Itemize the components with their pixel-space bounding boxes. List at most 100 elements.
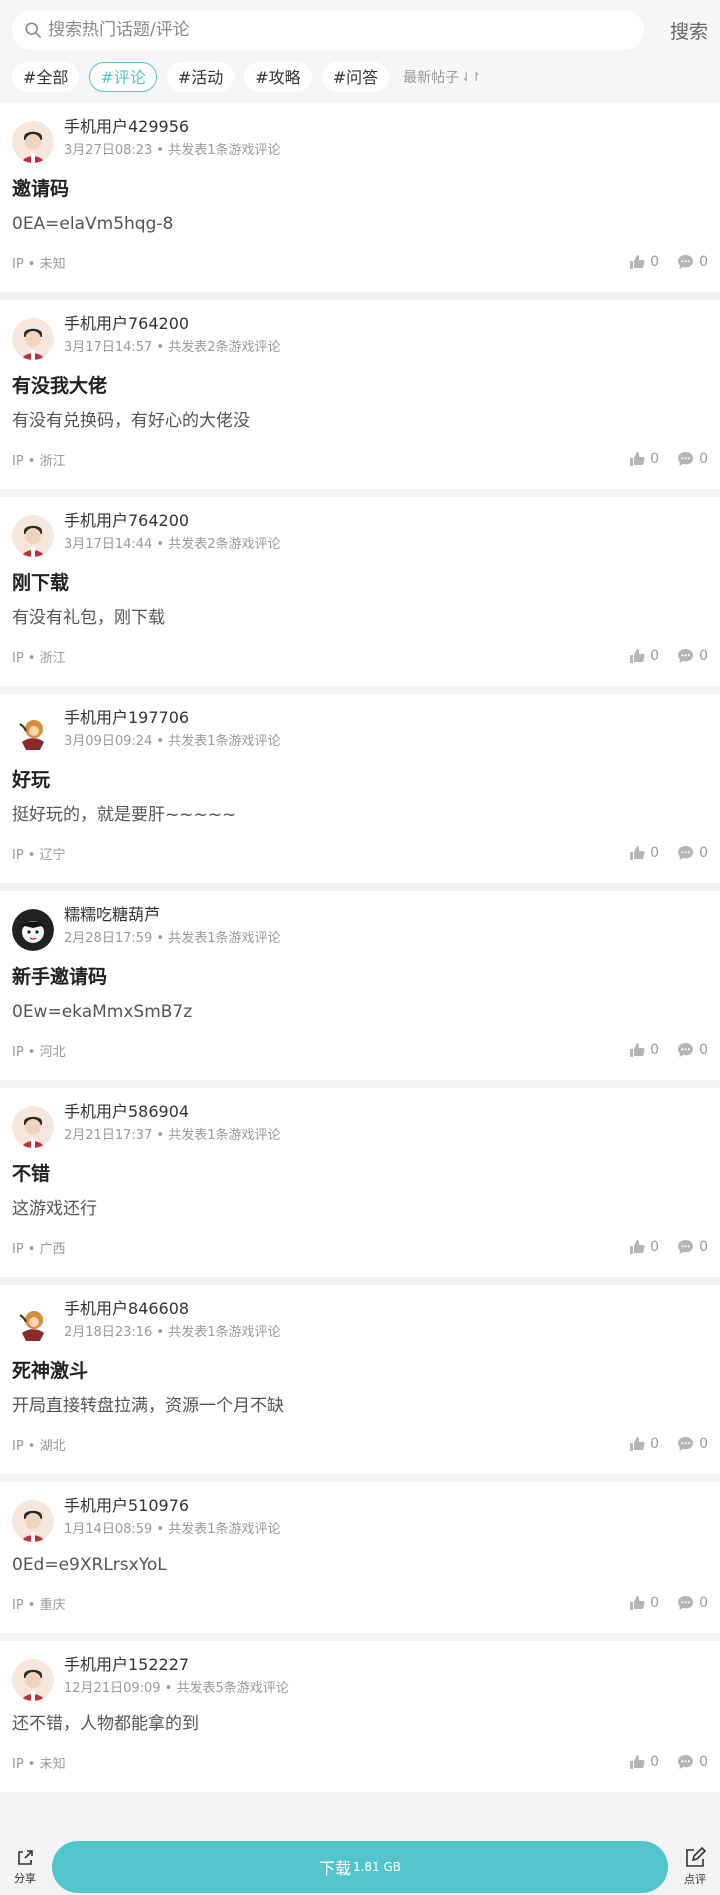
post-card[interactable]: 糯糯吃糖葫芦 2月28日17:59 • 共发表1条游戏评论 新手邀请码 0Ew=eka…	[0, 891, 720, 1080]
thumbs-up-icon	[630, 452, 645, 466]
post-stats: 00	[611, 1754, 708, 1770]
post-card[interactable]: 手机用户429956 3月27日08:23 • 共发表1条游戏评论 邀请码 0EA=e…	[0, 103, 720, 292]
like-button[interactable]: 0	[629, 451, 659, 467]
post-footer: IP • 重庆 0 0	[12, 1577, 708, 1633]
comment-count: 0	[699, 1754, 708, 1770]
like-button[interactable]: 0	[629, 254, 659, 270]
thumbs-up-icon	[630, 1043, 645, 1057]
author-info: 手机用户764200 3月17日14:57 • 共发表2条游戏评论	[64, 314, 280, 356]
post-header: 手机用户846608 2月18日23:16 • 共发表1条游戏评论	[12, 1299, 708, 1347]
post-footer: IP • 河北 0 0	[12, 1024, 708, 1080]
avatar[interactable]	[12, 1500, 54, 1542]
review-button[interactable]: 点评	[676, 1847, 714, 1887]
author-name[interactable]: 手机用户152227	[64, 1655, 289, 1675]
post-title: 有没我大佬	[12, 375, 108, 397]
avatar[interactable]	[12, 1303, 54, 1345]
comment-button[interactable]: 0	[677, 1436, 708, 1452]
author-name[interactable]: 手机用户197706	[64, 708, 280, 728]
author-info: 手机用户586904 2月21日17:37 • 共发表1条游戏评论	[64, 1102, 280, 1144]
comment-count: 0	[699, 1595, 708, 1611]
comment-count: 0	[699, 1436, 708, 1452]
tag-qa[interactable]: #问答	[321, 62, 390, 92]
author-name[interactable]: 手机用户510976	[64, 1496, 280, 1516]
post-stats: 00	[611, 648, 708, 664]
download-button[interactable]: 下载 1.81 GB	[52, 1841, 668, 1893]
review-label: 点评	[684, 1873, 706, 1886]
post-title: 不错	[12, 1163, 51, 1185]
like-button[interactable]: 0	[629, 1042, 659, 1058]
post-meta: 2月18日23:16 • 共发表1条游戏评论	[64, 1325, 281, 1340]
author-name[interactable]: 手机用户586904	[64, 1102, 280, 1122]
comment-button[interactable]: 0	[677, 648, 708, 664]
tag-all[interactable]: #全部	[12, 62, 80, 92]
avatar[interactable]	[12, 712, 54, 754]
avatar[interactable]	[12, 318, 54, 360]
author-name[interactable]: 手机用户764200	[64, 314, 280, 334]
like-button[interactable]: 0	[629, 648, 659, 664]
post-title: 好玩	[12, 769, 51, 791]
author-name[interactable]: 糯糯吃糖葫芦	[64, 905, 280, 925]
avatar[interactable]	[12, 121, 54, 163]
comment-button[interactable]: 0	[677, 845, 708, 861]
search-button[interactable]: 搜索	[650, 17, 708, 44]
like-button[interactable]: 0	[629, 1239, 659, 1255]
post-meta: 1月14日08:59 • 共发表1条游戏评论	[64, 1522, 281, 1537]
avatar[interactable]	[12, 1106, 54, 1148]
post-card[interactable]: 手机用户764200 3月17日14:44 • 共发表2条游戏评论 刚下载 有没有礼包…	[0, 497, 720, 686]
post-meta: 3月27日08:23 • 共发表1条游戏评论	[64, 143, 281, 158]
share-button[interactable]: 分享	[6, 1848, 44, 1886]
author-name[interactable]: 手机用户846608	[64, 1299, 280, 1319]
comment-button[interactable]: 0	[677, 451, 708, 467]
post-card[interactable]: 手机用户510976 1月14日08:59 • 共发表1条游戏评论 0Ed=e9XR…	[0, 1482, 720, 1633]
comment-button[interactable]: 0	[677, 1042, 708, 1058]
comment-button[interactable]: 0	[677, 1595, 708, 1611]
comment-button[interactable]: 0	[677, 254, 708, 270]
like-count: 0	[650, 1239, 660, 1255]
sort-dropdown[interactable]: 最新帖子 ⇃↾	[403, 67, 481, 87]
comment-bubble-icon	[678, 1437, 694, 1451]
avatar[interactable]	[12, 909, 54, 951]
thumbs-up-icon	[630, 255, 645, 269]
like-button[interactable]: 0	[629, 845, 659, 861]
download-size: 1.81 GB	[352, 1860, 402, 1874]
comment-button[interactable]: 0	[677, 1754, 708, 1770]
tag-events[interactable]: #活动	[166, 62, 235, 92]
post-card[interactable]: 手机用户764200 3月17日14:57 • 共发表2条游戏评论 有没我大佬 有没有…	[0, 300, 720, 489]
avatar[interactable]	[12, 515, 54, 557]
post-title: 死神激斗	[12, 1360, 89, 1382]
like-button[interactable]: 0	[629, 1754, 659, 1770]
ip-location: IP • 浙江	[12, 453, 66, 469]
comment-bubble-icon	[678, 1043, 694, 1057]
like-count: 0	[650, 1042, 660, 1058]
tag-reviews[interactable]: #评论	[89, 62, 157, 92]
top-header: 搜索 #全部 #评论 #活动 #攻略 #问答 最新帖子 ⇃↾	[0, 0, 720, 103]
post-card[interactable]: 手机用户197706 3月09日09:24 • 共发表1条游戏评论 好玩 挺好玩的，就…	[0, 694, 720, 883]
like-count: 0	[650, 1436, 660, 1452]
author-name[interactable]: 手机用户764200	[64, 511, 280, 531]
comment-bubble-icon	[678, 255, 694, 269]
like-button[interactable]: 0	[629, 1595, 659, 1611]
comment-bubble-icon	[678, 649, 694, 663]
author-info: 手机用户846608 2月18日23:16 • 共发表1条游戏评论	[64, 1299, 280, 1341]
post-header: 手机用户152227 12月21日09:09 • 共发表5条游戏评论	[12, 1655, 708, 1703]
post-stats: 00	[611, 1595, 708, 1611]
post-footer: IP • 浙江 0 0	[12, 630, 708, 686]
thumbs-up-icon	[630, 1240, 645, 1254]
ip-location: IP • 未知	[12, 256, 66, 272]
comment-count: 0	[699, 1042, 708, 1058]
search-input[interactable]	[48, 20, 632, 40]
avatar[interactable]	[12, 1659, 54, 1701]
post-card[interactable]: 手机用户586904 2月21日17:37 • 共发表1条游戏评论 不错 这游戏还行 I…	[0, 1088, 720, 1277]
like-count: 0	[650, 1754, 660, 1770]
comment-button[interactable]: 0	[677, 1239, 708, 1255]
author-name[interactable]: 手机用户429956	[64, 117, 280, 137]
search-icon	[25, 22, 42, 39]
tag-guides[interactable]: #攻略	[244, 62, 312, 92]
search-box[interactable]	[12, 10, 644, 50]
comment-bubble-icon	[678, 1596, 694, 1610]
post-card[interactable]: 手机用户846608 2月18日23:16 • 共发表1条游戏评论 死神激斗 开局直接…	[0, 1285, 720, 1474]
comment-bubble-icon	[678, 846, 694, 860]
like-button[interactable]: 0	[629, 1436, 659, 1452]
post-header: 手机用户429956 3月27日08:23 • 共发表1条游戏评论	[12, 117, 708, 165]
post-card[interactable]: 手机用户152227 12月21日09:09 • 共发表5条游戏评论 还不错，人物都…	[0, 1641, 720, 1792]
